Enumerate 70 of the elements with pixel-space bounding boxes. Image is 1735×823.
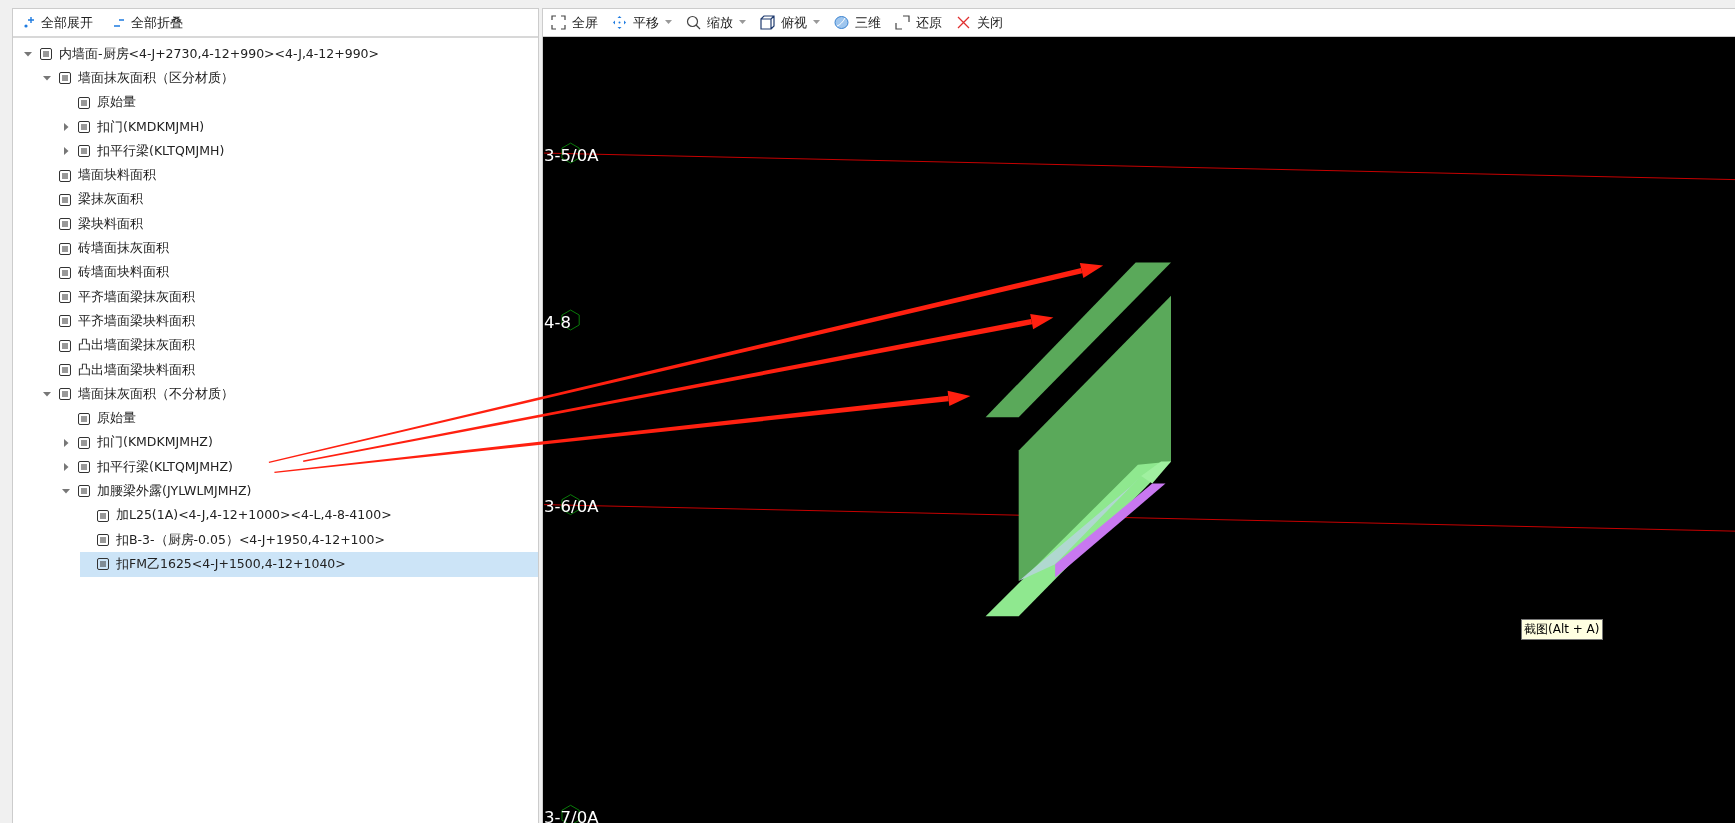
- document-icon: [58, 71, 72, 86]
- fullscreen-icon: [551, 15, 566, 30]
- toolbar-button[interactable]: 还原: [893, 10, 944, 35]
- sphere-icon: [834, 15, 849, 30]
- document-icon: [58, 192, 72, 207]
- tree-item[interactable]: 梁块料面积: [42, 212, 538, 237]
- document-icon: [58, 168, 72, 183]
- tree-item[interactable]: 梁抹灰面积: [42, 187, 538, 213]
- search-icon: [686, 15, 701, 30]
- tree-item[interactable]: 扣平行梁(KLTQMJMHZ): [61, 455, 538, 480]
- document-icon: [58, 217, 72, 232]
- document-icon: [58, 387, 72, 402]
- tree-item[interactable]: 原始量: [61, 406, 538, 431]
- toolbar-button[interactable]: 三维: [832, 10, 883, 35]
- axis-label: 3-6/0A: [544, 494, 599, 517]
- document-icon: [96, 557, 110, 572]
- sparkle-plus-icon: [23, 16, 35, 29]
- tree-item[interactable]: 扣门(KMDKMJMHZ): [61, 430, 538, 456]
- tree-item[interactable]: 加腰梁外露(JYLWLMJMHZ): [61, 479, 538, 504]
- toolbar-button[interactable]: 俯视: [758, 10, 822, 35]
- tree-item[interactable]: 墙面抹灰面积（不分材质）: [42, 382, 538, 407]
- document-icon: [77, 95, 91, 110]
- tree-item[interactable]: 内墙面-厨房<4-J+2730,4-12+990><4-J,4-12+990>: [23, 42, 538, 67]
- tree-item[interactable]: 原始量: [61, 90, 538, 115]
- tree-item[interactable]: 砖墙面抹灰面积: [42, 236, 538, 261]
- tree-item[interactable]: 平齐墙面梁块料面积: [42, 309, 538, 334]
- toolbar-button[interactable]: 全部展开: [21, 10, 95, 35]
- document-icon: [58, 265, 72, 280]
- document-icon: [96, 533, 110, 548]
- caret-right-icon[interactable]: [61, 122, 71, 133]
- document-icon: [77, 484, 91, 499]
- tree-item[interactable]: 平齐墙面梁抹灰面积: [42, 284, 538, 310]
- document-icon: [77, 460, 91, 475]
- toolbar-button[interactable]: 全部折叠: [111, 10, 185, 35]
- restore-icon: [895, 15, 910, 30]
- document-icon: [39, 47, 53, 62]
- document-icon: [77, 435, 91, 450]
- cube-icon: [760, 15, 775, 30]
- tree-item[interactable]: 扣B-3-（厨房-0.05）<4-J+1950,4-12+100>: [80, 527, 538, 553]
- toolbar-button[interactable]: 平移: [610, 10, 674, 35]
- tree-item[interactable]: 加L25(1A)<4-J,4-12+1000><4-L,4-8-4100>: [80, 503, 538, 528]
- toolbar-button[interactable]: 缩放: [684, 10, 748, 35]
- tree-item[interactable]: 砖墙面块料面积: [42, 260, 538, 285]
- close-icon: [956, 15, 971, 30]
- document-icon: [58, 363, 72, 377]
- document-icon: [77, 120, 91, 135]
- tree-item[interactable]: 凸出墙面梁块料面积: [42, 357, 538, 383]
- toolbar-button[interactable]: 全屏: [549, 10, 600, 35]
- document-icon: [77, 411, 91, 426]
- document-icon: [77, 144, 91, 159]
- document-icon: [58, 314, 72, 329]
- document-icon: [58, 290, 72, 305]
- tree-item[interactable]: 扣门(KMDKMJMH): [61, 114, 538, 140]
- caret-right-icon[interactable]: [61, 146, 71, 157]
- document-icon: [96, 508, 110, 523]
- tree-item[interactable]: 墙面块料面积: [42, 163, 538, 188]
- tree-item[interactable]: 扣平行梁(KLTQMJMH): [61, 139, 538, 164]
- tree-item[interactable]: 扣FM乙1625<4-J+1500,4-12+1040>: [80, 552, 538, 577]
- axis-label: 3-5/0A: [544, 142, 599, 165]
- document-icon: [58, 241, 72, 256]
- caret-right-icon[interactable]: [61, 462, 71, 473]
- toolbar-button[interactable]: 关闭: [954, 10, 1005, 35]
- minus-icon: [113, 16, 125, 29]
- document-icon: [58, 338, 72, 353]
- tooltip: 截图(Alt + A): [1521, 619, 1603, 640]
- tree-item[interactable]: 凸出墙面梁抹灰面积: [42, 333, 538, 358]
- move-arrows-icon: [612, 15, 627, 30]
- tree-item[interactable]: 墙面抹灰面积（区分材质）: [42, 66, 538, 91]
- axis-label: 4-8: [544, 309, 580, 332]
- caret-right-icon[interactable]: [61, 437, 71, 448]
